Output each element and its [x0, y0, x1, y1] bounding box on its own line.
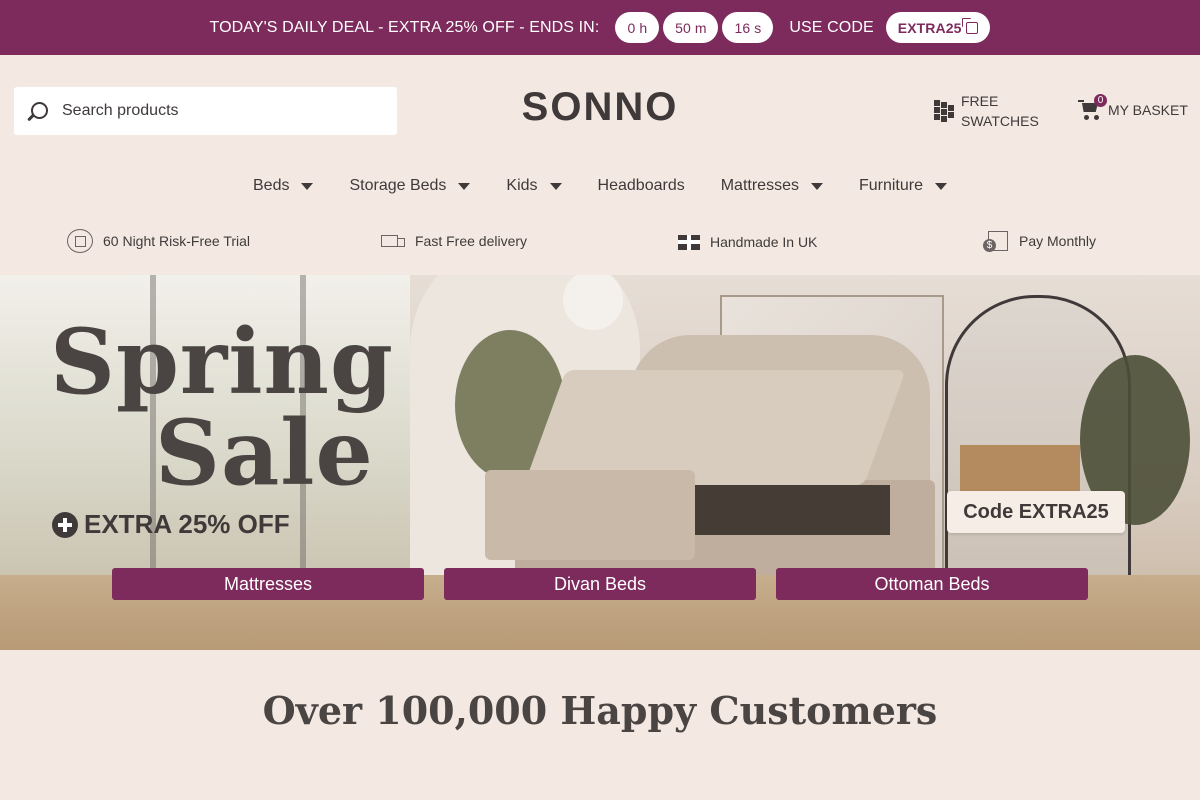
caret-down-icon — [458, 182, 471, 190]
basket-link[interactable]: 0 MY BASKET — [1078, 94, 1188, 121]
swatches-icon — [934, 100, 954, 122]
caret-down-icon — [935, 182, 947, 190]
caret-down-icon — [301, 182, 314, 190]
cart-icon: 0 — [1078, 94, 1107, 121]
free-swatches-link[interactable]: FREE SWATCHES — [934, 91, 1051, 131]
use-code-text: USE CODE — [789, 18, 874, 36]
usp-label: Handmade In UK — [710, 234, 818, 250]
usp-trial: 60 Night Risk-Free Trial — [67, 229, 250, 253]
hero-offer-text: EXTRA 25% OFF — [84, 509, 290, 539]
nav-label: Mattresses — [720, 177, 799, 194]
nav-item-storage-beds[interactable]: Storage Beds — [349, 177, 471, 195]
truck-icon — [379, 229, 405, 253]
basket-count-badge: 0 — [1094, 94, 1107, 107]
usp-label: Pay Monthly — [1019, 233, 1097, 249]
ottoman-box-image — [485, 470, 695, 560]
nav-item-headboards[interactable]: Headboards — [598, 177, 685, 195]
uk-flag-icon — [678, 234, 700, 250]
caret-down-icon — [810, 182, 823, 190]
promo-bar: TODAY'S DAILY DEAL - EXTRA 25% OFF - END… — [0, 0, 1200, 55]
main-nav: Beds Storage Beds Kids Headboards Mattre… — [0, 177, 1200, 195]
usp-delivery: Fast Free delivery — [379, 229, 527, 253]
copy-icon — [962, 17, 979, 34]
trial-icon — [67, 229, 93, 253]
countdown-hours: 0 h — [615, 12, 660, 43]
nav-label: Furniture — [858, 177, 923, 194]
section-headline: Over 100,000 Happy Customers — [262, 688, 938, 733]
promo-code: EXTRA25 — [897, 19, 962, 36]
ottoman-lid-image — [524, 370, 906, 485]
hero-code-badge: Code EXTRA25 — [947, 491, 1125, 533]
usp-handmade: Handmade In UK — [678, 234, 817, 250]
ottoman-beds-button[interactable]: Ottoman Beds — [776, 568, 1088, 600]
hero-offer: EXTRA 25% OFF — [52, 509, 290, 540]
nav-label: Storage Beds — [349, 177, 447, 194]
basket-label: MY BASKET — [1108, 102, 1188, 118]
hero-title-line2: Sale — [155, 400, 374, 506]
copy-code-button[interactable]: EXTRA25 — [885, 12, 991, 43]
caret-down-icon — [549, 182, 562, 190]
countdown-minutes: 50 m — [663, 12, 719, 43]
hero-title-line1: Spring — [50, 309, 394, 415]
site-header: SONNO FREE SWATCHES 0 MY BASKET Beds Sto… — [0, 55, 1200, 275]
nav-item-beds[interactable]: Beds — [253, 177, 314, 195]
usp-bar: 60 Night Risk-Free Trial Fast Free deliv… — [0, 229, 1200, 255]
mattresses-button[interactable]: Mattresses — [112, 568, 424, 600]
deal-text: TODAY'S DAILY DEAL - EXTRA 25% OFF - END… — [209, 18, 600, 36]
swatches-label: FREE SWATCHES — [961, 93, 1039, 129]
usp-pay-monthly: Pay Monthly — [983, 229, 1096, 253]
nav-item-mattresses[interactable]: Mattresses — [721, 177, 823, 195]
divan-beds-button[interactable]: Divan Beds — [444, 568, 756, 600]
nav-item-furniture[interactable]: Furniture — [859, 177, 947, 195]
calendar-pay-icon — [983, 229, 1009, 253]
usp-label: 60 Night Risk-Free Trial — [103, 233, 251, 249]
nav-label: Headboards — [597, 177, 685, 194]
hero-banner[interactable]: Spring Sale EXTRA 25% OFF Code EXTRA25 M… — [0, 275, 1200, 650]
nav-label: Beds — [253, 177, 290, 194]
nav-label: Kids — [506, 177, 538, 194]
nav-item-kids[interactable]: Kids — [506, 177, 562, 195]
plus-circle-icon — [52, 511, 78, 538]
usp-label: Fast Free delivery — [415, 233, 528, 249]
countdown-seconds: 16 s — [722, 12, 774, 43]
